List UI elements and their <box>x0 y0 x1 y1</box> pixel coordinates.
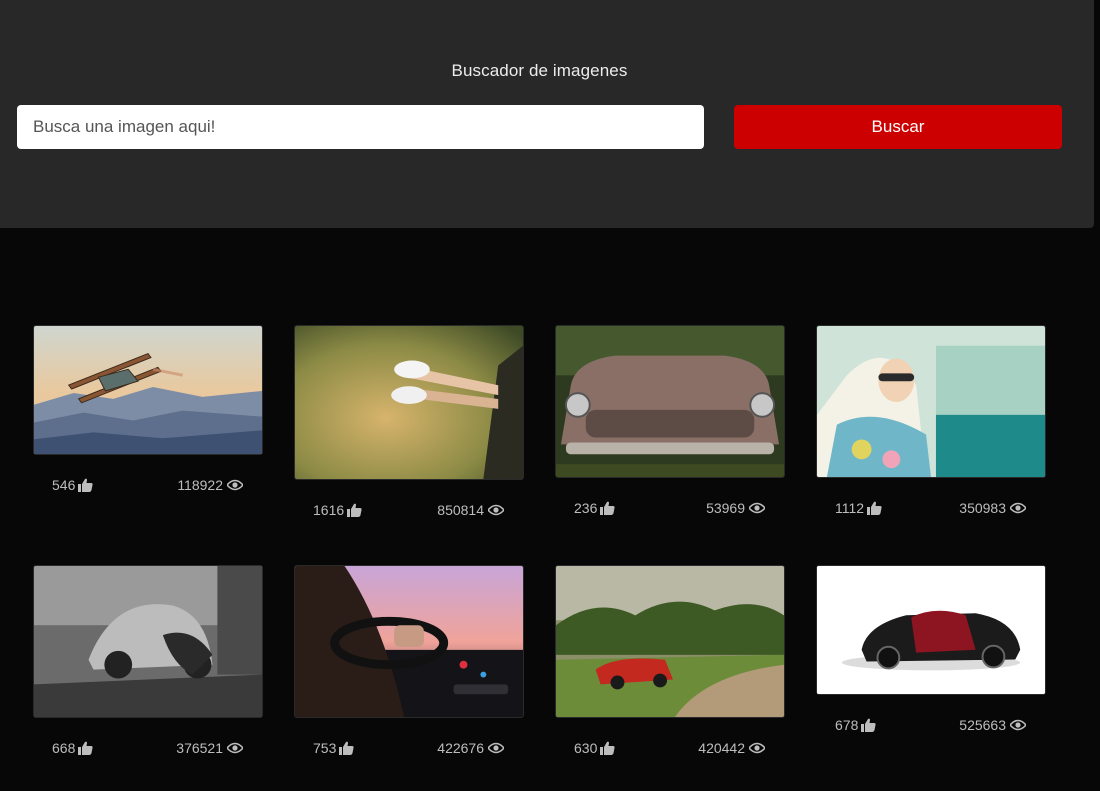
search-header: Buscador de imagenes Buscar <box>0 0 1094 228</box>
image-card[interactable]: 753 422676 <box>294 565 524 760</box>
likes-count: 236 <box>574 500 615 516</box>
image-stats: 546 118922 <box>33 477 263 497</box>
image-thumbnail[interactable] <box>33 565 263 718</box>
image-stats: 1616 850814 <box>294 502 524 522</box>
eye-icon <box>227 479 243 491</box>
image-thumbnail[interactable] <box>555 325 785 478</box>
eye-icon <box>488 504 504 516</box>
image-stats: 678 525663 <box>816 717 1046 737</box>
eye-icon <box>1010 719 1026 731</box>
image-stats: 668 376521 <box>33 740 263 760</box>
views-count: 350983 <box>959 500 1026 516</box>
search-button[interactable]: Buscar <box>734 105 1062 149</box>
image-thumbnail[interactable] <box>294 325 524 480</box>
page-title: Buscador de imagenes <box>451 61 628 80</box>
views-count: 420442 <box>698 740 765 756</box>
likes-count: 753 <box>313 740 354 756</box>
likes-count: 678 <box>835 717 876 733</box>
thumbs-up-icon <box>867 501 882 515</box>
thumbs-up-icon <box>339 741 354 755</box>
likes-count: 630 <box>574 740 615 756</box>
image-card[interactable]: 630 420442 <box>555 565 785 760</box>
views-count: 850814 <box>437 502 504 518</box>
thumbs-up-icon <box>78 741 93 755</box>
image-card[interactable]: 678 525663 <box>816 565 1046 737</box>
thumbs-up-icon <box>600 501 615 515</box>
eye-icon <box>749 742 765 754</box>
image-thumbnail[interactable] <box>294 565 524 718</box>
image-card[interactable]: 546 118922 <box>33 325 263 497</box>
views-count: 53969 <box>706 500 765 516</box>
eye-icon <box>488 742 504 754</box>
views-count: 376521 <box>176 740 243 756</box>
image-stats: 236 53969 <box>555 500 785 520</box>
image-thumbnail[interactable] <box>816 325 1046 478</box>
views-count: 118922 <box>177 477 243 493</box>
eye-icon <box>227 742 243 754</box>
likes-count: 1112 <box>835 500 882 516</box>
thumbs-up-icon <box>78 478 93 492</box>
search-input[interactable] <box>17 105 704 149</box>
eye-icon <box>749 502 765 514</box>
thumbs-up-icon <box>600 741 615 755</box>
thumbs-up-icon <box>861 718 876 732</box>
image-card[interactable]: 668 376521 <box>33 565 263 760</box>
views-count: 525663 <box>959 717 1026 733</box>
eye-icon <box>1010 502 1026 514</box>
image-stats: 630 420442 <box>555 740 785 760</box>
likes-count: 546 <box>52 477 93 493</box>
likes-count: 668 <box>52 740 93 756</box>
image-thumbnail[interactable] <box>33 325 263 455</box>
image-stats: 753 422676 <box>294 740 524 760</box>
image-thumbnail[interactable] <box>816 565 1046 695</box>
image-thumbnail[interactable] <box>555 565 785 718</box>
image-card[interactable]: 1616 850814 <box>294 325 524 522</box>
image-stats: 1112 350983 <box>816 500 1046 520</box>
views-count: 422676 <box>437 740 504 756</box>
thumbs-up-icon <box>347 503 362 517</box>
likes-count: 1616 <box>313 502 362 518</box>
image-card[interactable]: 1112 350983 <box>816 325 1046 520</box>
image-card[interactable]: 236 53969 <box>555 325 785 520</box>
